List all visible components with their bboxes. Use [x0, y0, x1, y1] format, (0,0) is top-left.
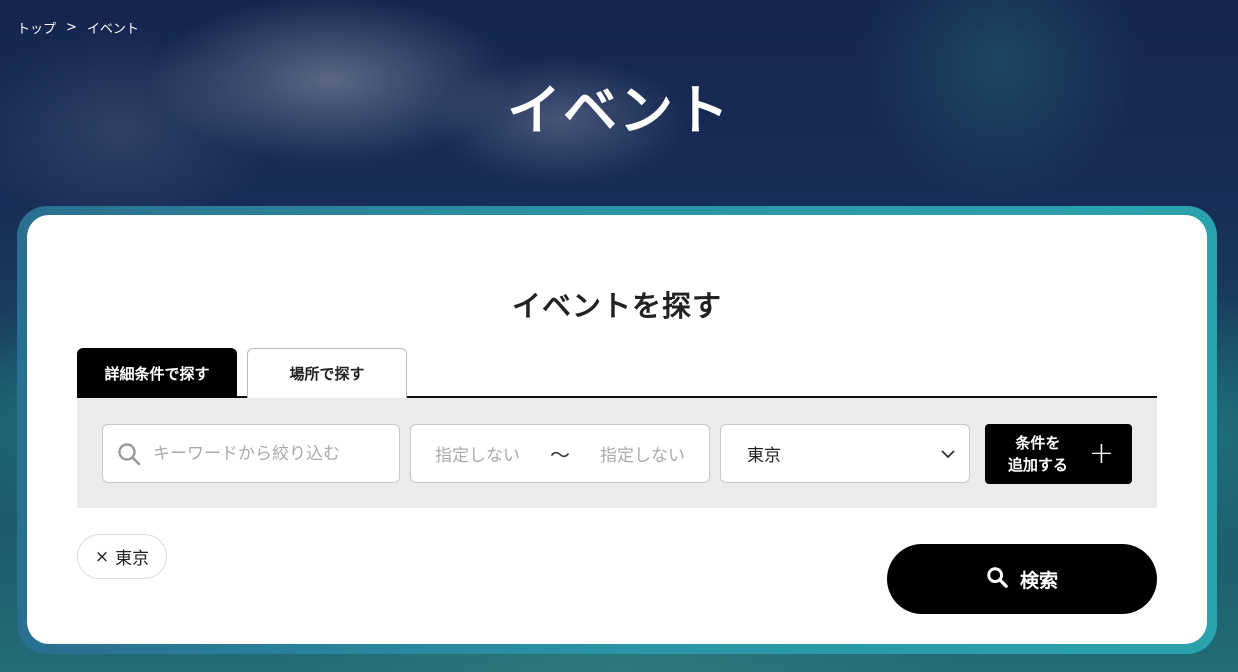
date-range-field[interactable]: 指定しない 〜 指定しない — [410, 424, 710, 483]
active-filter-chip[interactable]: × 東京 — [77, 534, 167, 579]
search-panel: イベントを探す 詳細条件で探す 場所で探す 指定しない 〜 指定しない — [27, 215, 1207, 644]
tab-location-search[interactable]: 場所で探す — [247, 348, 407, 398]
add-condition-label: 条件を 追加する — [1003, 432, 1073, 476]
search-button[interactable]: 検索 — [887, 544, 1157, 614]
region-select-value: 東京 — [747, 446, 781, 466]
region-select[interactable]: 東京 — [720, 424, 970, 483]
breadcrumb-current: イベント — [86, 22, 139, 37]
active-filter-label: 東京 — [115, 549, 150, 569]
keyword-input[interactable] — [153, 443, 393, 464]
date-from[interactable]: 指定しない — [435, 441, 520, 466]
search-panel-title: イベントを探す — [511, 289, 722, 323]
breadcrumb-separator: > — [66, 20, 77, 35]
search-button-label: 検索 — [1019, 569, 1058, 592]
keyword-field — [102, 424, 400, 483]
tab-detailed-search[interactable]: 詳細条件で探す — [77, 348, 237, 398]
breadcrumb: トップ > イベント — [17, 18, 139, 37]
close-icon[interactable]: × — [95, 547, 109, 567]
add-condition-label-line2: 追加する — [1007, 456, 1068, 474]
page-title: イベント — [507, 79, 731, 142]
search-panel-frame: イベントを探す 詳細条件で探す 場所で探す 指定しない 〜 指定しない — [17, 206, 1217, 654]
date-to[interactable]: 指定しない — [600, 441, 685, 466]
breadcrumb-home-link[interactable]: トップ — [17, 18, 56, 37]
plus-icon: + — [1088, 436, 1115, 471]
filter-bar: 指定しない 〜 指定しない 東京 条件を 追加する + — [77, 398, 1157, 508]
search-tabs: 詳細条件で探す 場所で探す — [77, 348, 1157, 398]
chevron-down-icon — [941, 444, 955, 464]
add-condition-label-line1: 条件を — [1015, 434, 1061, 452]
date-range-tilde: 〜 — [550, 443, 570, 467]
search-icon — [986, 566, 1008, 593]
search-icon — [117, 442, 141, 466]
add-condition-button[interactable]: 条件を 追加する + — [985, 424, 1132, 484]
